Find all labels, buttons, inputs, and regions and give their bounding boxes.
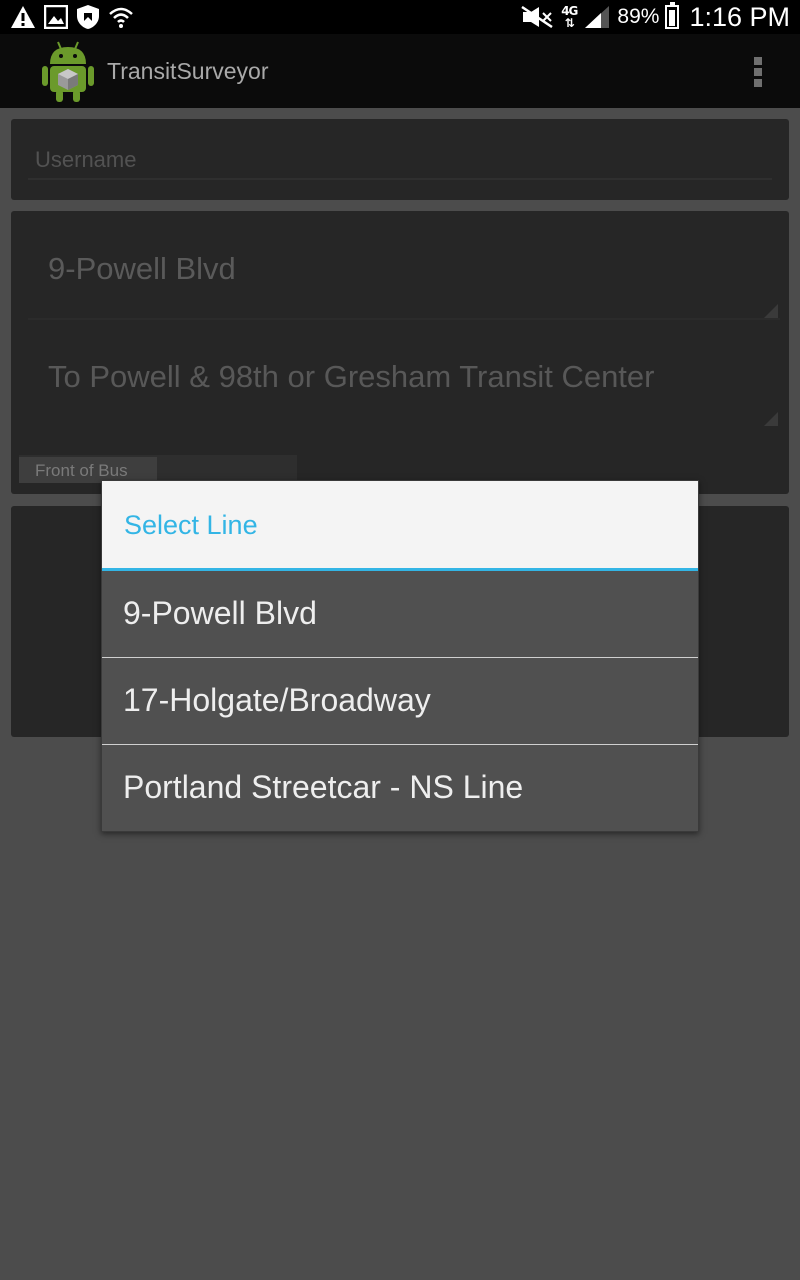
status-right-icons: 4G ⇅ 89% 1:16 PM — [521, 0, 790, 34]
username-underline — [28, 178, 772, 180]
dialog-title: Select Line — [124, 510, 258, 540]
dialog-header: Select Line — [102, 481, 698, 569]
wifi-question-icon — [109, 7, 133, 28]
warning-icon — [11, 6, 35, 28]
lte-icon: 4G ⇅ — [561, 5, 578, 30]
line-option[interactable]: 17-Holgate/Broadway — [102, 658, 698, 744]
clock: 1:16 PM — [689, 1, 790, 32]
status-bar: 4G ⇅ 89% 1:16 PM — [0, 0, 800, 34]
line-underline — [28, 318, 780, 320]
destination-dropdown-indicator — [764, 412, 778, 426]
data-arrows-icon: ⇅ — [564, 16, 575, 30]
battery-icon — [665, 2, 680, 29]
shield-icon — [77, 5, 99, 29]
username-input[interactable]: Username — [35, 147, 136, 173]
select-line-dialog: Select Line 9-Powell Blvd 17-Holgate/Bro… — [101, 480, 699, 832]
app-title: TransitSurveyor — [107, 58, 269, 84]
line-field[interactable]: 9-Powell Blvd — [48, 251, 236, 287]
android-robot-icon[interactable] — [40, 38, 96, 104]
signal-icon — [585, 6, 610, 28]
line-option-label: Portland Streetcar - NS Line — [123, 769, 524, 805]
destination-field[interactable]: To Powell & 98th or Gresham Transit Cent… — [48, 359, 654, 395]
line-option-label: 17-Holgate/Broadway — [123, 682, 431, 718]
line-dropdown-indicator — [764, 304, 778, 318]
image-icon — [44, 5, 68, 29]
line-option-label: 9-Powell Blvd — [123, 595, 317, 631]
overflow-menu-icon[interactable] — [748, 54, 768, 90]
line-option[interactable]: 9-Powell Blvd — [102, 571, 698, 657]
status-left-icons — [10, 4, 134, 30]
mute-icon — [521, 6, 553, 28]
action-bar: TransitSurveyor — [0, 34, 800, 108]
battery-percent: 89% — [617, 5, 660, 28]
line-option[interactable]: Portland Streetcar - NS Line — [102, 745, 698, 831]
